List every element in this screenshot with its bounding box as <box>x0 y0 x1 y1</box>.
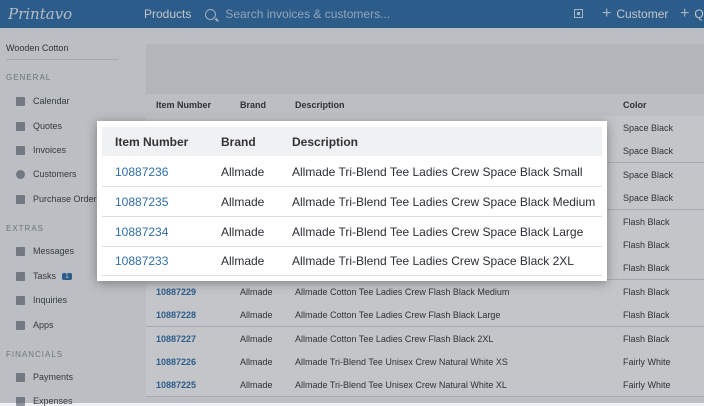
zoomed-table-callout: Item Number Brand Description 10887236 Al… <box>97 121 607 281</box>
zoom-table-row: 10887233 Allmade Allmade Tri-Blend Tee Lad… <box>102 246 602 277</box>
zoom-brand-cell: Allmade <box>221 194 265 209</box>
zoom-item-number-link: 10887236 <box>115 165 169 179</box>
zoom-brand-cell: Allmade <box>221 254 265 269</box>
zoom-item-number-link: 10887235 <box>115 194 169 209</box>
zoom-header-brand: Brand <box>221 135 256 149</box>
zoom-item-number-link: 10887233 <box>115 254 169 269</box>
zoom-header-item-number: Item Number <box>115 135 189 149</box>
zoom-table-row: 10887236 Allmade Allmade Tri-Blend Tee Lad… <box>102 157 602 187</box>
zoom-brand-cell: Allmade <box>221 224 265 239</box>
zoom-table-header: Item Number Brand Description <box>102 127 602 156</box>
zoom-item-number-link: 10887234 <box>115 224 169 239</box>
zoom-header-description: Description <box>292 135 359 149</box>
zoom-description-cell: Allmade Tri-Blend Tee Ladies Crew Space … <box>292 194 596 209</box>
zoom-table-row: 10887235 Allmade Allmade Tri-Blend Tee Lad… <box>102 187 602 217</box>
zoom-description-cell: Allmade Tri-Blend Tee Ladies Crew Space … <box>292 165 583 179</box>
zoom-table-row: 10887234 Allmade Allmade Tri-Blend Tee Lad… <box>102 217 602 247</box>
zoom-description-cell: Allmade Tri-Blend Tee Ladies Crew Space … <box>292 254 574 269</box>
zoom-description-cell: Allmade Tri-Blend Tee Ladies Crew Space … <box>292 224 584 239</box>
zoom-brand-cell: Allmade <box>221 165 265 179</box>
